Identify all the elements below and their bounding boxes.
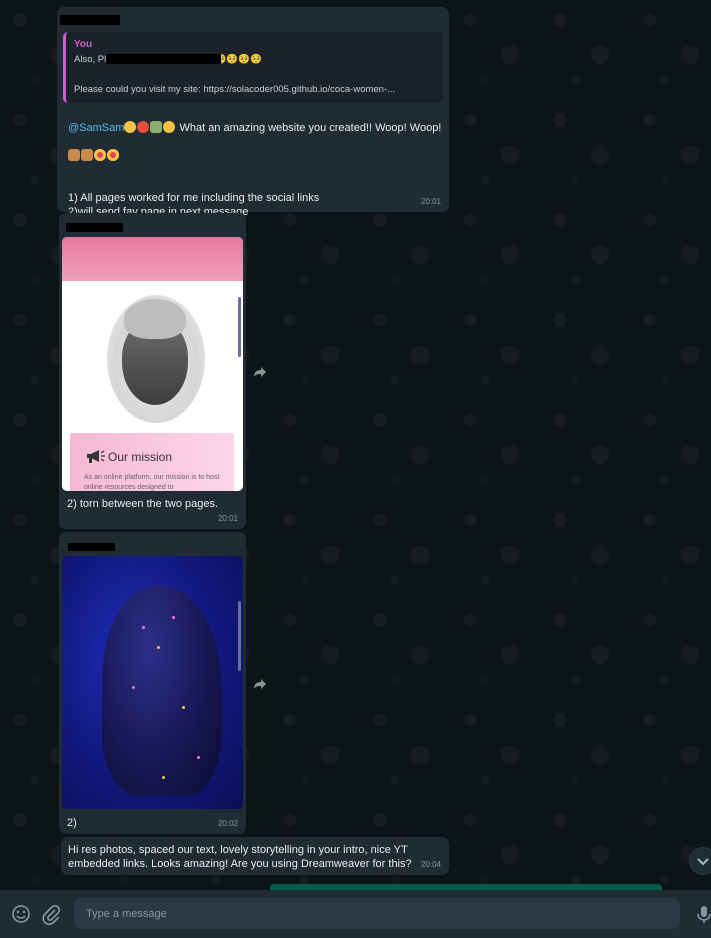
message-time: 20:01 bbox=[217, 514, 238, 523]
clap-emoji-icon bbox=[68, 149, 80, 161]
message-composer bbox=[0, 890, 711, 938]
message-bubble[interactable]: You Also, Please could you help me? 🥺🥺🥺🥺… bbox=[57, 7, 449, 246]
image-scrollbar bbox=[238, 297, 241, 357]
redacted-text bbox=[106, 54, 221, 64]
message-time: 20:02 bbox=[217, 819, 238, 828]
mission-heading: Our mission bbox=[108, 450, 173, 464]
shared-image[interactable]: Our mission As an online platform, our m… bbox=[62, 237, 243, 491]
website-header-band bbox=[62, 237, 243, 281]
glitter-sparkle bbox=[182, 706, 185, 709]
redacted-sender-name bbox=[68, 543, 115, 551]
emoji-icon bbox=[137, 121, 150, 133]
portrait-hair bbox=[124, 299, 186, 339]
message-time: 20:04 bbox=[420, 860, 441, 869]
heart-eyes-emoji-icon bbox=[94, 149, 106, 161]
image-caption: 2) bbox=[67, 817, 77, 829]
image-message-bubble[interactable]: Our mission As an online platform, our m… bbox=[59, 213, 246, 529]
mission-text: As an online platform, our mission is to… bbox=[84, 474, 220, 491]
emoji-icon[interactable] bbox=[10, 903, 32, 925]
message-time: 20:01 bbox=[420, 197, 441, 206]
glitter-sparkle bbox=[132, 686, 135, 689]
quoted-link-line: Please could you visit my site: https://… bbox=[74, 84, 396, 95]
chevron-down-icon bbox=[697, 858, 709, 866]
quoted-author: You bbox=[74, 39, 93, 50]
forward-icon[interactable] bbox=[253, 678, 267, 690]
glitter-sparkle bbox=[162, 776, 165, 779]
portrait-silhouette bbox=[102, 586, 222, 796]
shared-image[interactable] bbox=[62, 556, 243, 809]
emoji-icon bbox=[124, 121, 137, 133]
megaphone-icon bbox=[87, 450, 105, 463]
mission-card: Our mission As an online platform, our m… bbox=[70, 433, 234, 491]
heart-eyes-emoji-icon bbox=[107, 149, 119, 161]
redacted-sender-name bbox=[66, 223, 123, 232]
message-first-line: What an amazing website you created!! Wo… bbox=[176, 122, 442, 134]
message-bubble[interactable]: Hi res photos, spaced our text, lovely s… bbox=[61, 837, 449, 875]
image-message-bubble[interactable]: 2) 20:02 bbox=[59, 532, 246, 834]
mic-icon[interactable] bbox=[693, 903, 711, 925]
message-text: Hi res photos, spaced our text, lovely s… bbox=[68, 844, 412, 870]
image-scrollbar bbox=[238, 601, 241, 671]
glitter-sparkle bbox=[157, 646, 160, 649]
mention-link[interactable]: @SamSam bbox=[68, 122, 124, 134]
attach-icon[interactable] bbox=[40, 903, 62, 925]
image-caption: 2) torn between the two pages. bbox=[67, 498, 219, 510]
emoji-icon bbox=[163, 121, 176, 133]
glitter-sparkle bbox=[197, 756, 200, 759]
scroll-down-button[interactable] bbox=[689, 847, 711, 875]
glitter-sparkle bbox=[142, 626, 145, 629]
emoji-icon bbox=[150, 121, 163, 133]
clap-emoji-icon bbox=[81, 149, 93, 161]
glitter-sparkle bbox=[172, 616, 175, 619]
message-input[interactable] bbox=[74, 898, 680, 929]
forward-icon[interactable] bbox=[253, 366, 267, 378]
quoted-message[interactable]: You Also, Please could you help me? 🥺🥺🥺🥺… bbox=[63, 32, 443, 103]
redacted-sender-name bbox=[60, 15, 120, 25]
